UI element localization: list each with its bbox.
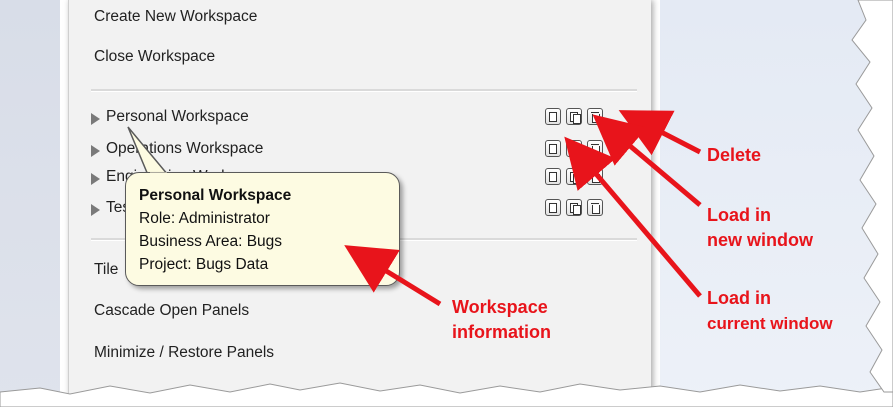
callout-load-current-line1: Load in: [707, 288, 771, 308]
callout-load-new-line2: new window: [707, 230, 813, 250]
callout-workspace-info-line2: information: [452, 322, 551, 342]
callout-workspace-info-line1: Workspace: [452, 297, 548, 317]
arrow-load-current: [564, 136, 702, 298]
arrow-load-new: [592, 114, 702, 207]
callout-delete: Delete: [707, 145, 762, 165]
arrow-workspace-info: [344, 245, 442, 307]
annotation-arrows: [344, 110, 702, 307]
arrow-delete: [618, 110, 702, 156]
callout-load-current-line2: current window: [707, 314, 833, 333]
callout-load-new-line1: Load in: [707, 205, 771, 225]
